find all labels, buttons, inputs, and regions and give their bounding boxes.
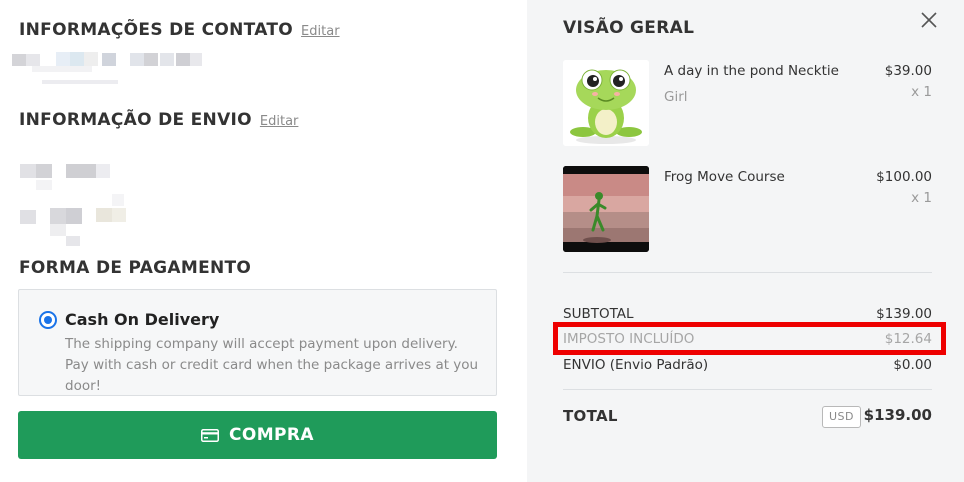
item-price: $39.00: [884, 63, 932, 79]
close-icon[interactable]: [919, 10, 939, 30]
payment-section-title: FORMA DE PAGAMENTO: [19, 258, 252, 278]
item-price: $100.00: [876, 169, 932, 185]
shipping-label: ENVIO (Envio Padrão): [563, 357, 709, 373]
overview-title: VISÃO GERAL: [563, 18, 695, 38]
shipping-title: INFORMAÇÃO DE ENVIO: [19, 110, 252, 130]
shipping-section-title: INFORMAÇÃO DE ENVIO Editar: [19, 110, 298, 130]
payment-option-cod[interactable]: Cash On Delivery The shipping company wi…: [18, 289, 497, 396]
shipping-blurred-info: [20, 150, 130, 250]
subtotal-label: SUBTOTAL: [563, 306, 634, 322]
item-quantity: x 1: [911, 190, 932, 206]
total-label: TOTAL: [563, 407, 618, 425]
item-quantity: x 1: [911, 84, 932, 100]
shipping-edit-link[interactable]: Editar: [260, 114, 299, 129]
subtotal-value: $139.00: [876, 306, 932, 322]
payment-method-description: The shipping company will accept payment…: [65, 336, 479, 394]
payment-radio-selected[interactable]: [39, 311, 57, 329]
product-image-frog-move-course: [563, 166, 649, 252]
contact-edit-link[interactable]: Editar: [301, 24, 340, 39]
checkout-form: INFORMAÇÕES DE CONTATO Editar INFORMAÇÃO …: [0, 0, 527, 482]
credit-card-icon: [201, 428, 220, 442]
contact-section-title: INFORMAÇÕES DE CONTATO Editar: [19, 20, 340, 40]
tax-highlight-box: [553, 322, 946, 355]
contact-title: INFORMAÇÕES DE CONTATO: [19, 20, 294, 40]
item-variant: Girl: [664, 89, 688, 105]
divider: [563, 389, 932, 390]
total-value: $139.00: [863, 406, 932, 424]
shipping-value: $0.00: [893, 357, 932, 373]
buy-button-label: COMPRA: [229, 425, 314, 445]
payment-method-name: Cash On Delivery: [65, 310, 220, 329]
buy-button[interactable]: COMPRA: [18, 411, 497, 459]
divider: [563, 272, 932, 273]
contact-blurred-info: [12, 50, 202, 86]
currency-badge: USD: [822, 406, 862, 428]
product-image-frog-necktie: [563, 60, 649, 146]
item-name: Frog Move Course: [664, 169, 785, 185]
order-overview: VISÃO GERAL A day in the pond Necktie Gi…: [527, 0, 964, 482]
item-name: A day in the pond Necktie: [664, 63, 839, 79]
